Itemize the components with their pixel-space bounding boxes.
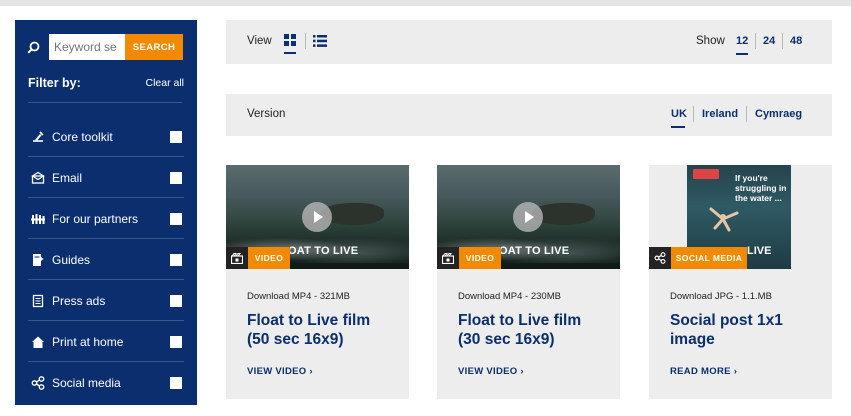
card-title-line: (30 sec 16x9) — [458, 331, 555, 348]
divider — [693, 106, 694, 122]
read-more-link[interactable]: READ MORE › — [670, 366, 737, 377]
card-title[interactable]: Float to Live film (50 sec 16x9) — [247, 311, 407, 349]
search-button[interactable]: SEARCH — [125, 34, 183, 60]
version-option-cymraeg[interactable]: Cymraeg — [755, 108, 802, 120]
filter-checkbox[interactable] — [170, 212, 182, 225]
show-option-48[interactable]: 48 — [790, 35, 802, 47]
filter-label: Press ads — [52, 293, 106, 308]
filter-item-social-media[interactable]: Social media — [15, 362, 197, 403]
version-label: Version — [247, 108, 286, 120]
search-icon — [27, 34, 49, 60]
type-badge: VIDEO — [459, 247, 501, 269]
view-video-link[interactable]: VIEW VIDEO › — [458, 366, 524, 377]
video-type-icon — [226, 247, 248, 269]
active-underline — [736, 53, 748, 55]
filter-checkbox[interactable] — [170, 335, 182, 348]
video-type-icon — [437, 247, 459, 269]
download-info[interactable]: Download JPG - 1.1.MB — [670, 291, 772, 302]
list-icon — [313, 34, 327, 51]
filter-checkbox[interactable] — [170, 130, 182, 143]
search-bar: SEARCH — [27, 34, 195, 60]
filter-label: Core toolkit — [52, 129, 113, 144]
divider — [28, 102, 182, 103]
filter-item-guides[interactable]: Guides — [15, 239, 197, 280]
filter-title: Filter by: — [28, 76, 81, 90]
asset-card: OAT TO LIVE VIDEO Download MP4 - 230MB F… — [437, 165, 620, 399]
house-icon — [30, 334, 46, 350]
show-option-12[interactable]: 12 — [736, 35, 748, 47]
active-underline — [671, 126, 685, 128]
filter-item-partners[interactable]: For our partners — [15, 198, 197, 239]
video-thumbnail[interactable]: OAT TO LIVE VIDEO — [437, 165, 620, 269]
filter-item-core-toolkit[interactable]: Core toolkit — [15, 116, 197, 157]
download-info[interactable]: Download MP4 - 230MB — [458, 291, 561, 302]
card-title-line: Social post 1x1 — [670, 312, 783, 329]
filter-item-print-at-home[interactable]: Print at home — [15, 321, 197, 362]
divider — [746, 106, 747, 122]
download-info[interactable]: Download MP4 - 321MB — [247, 291, 350, 302]
thumbnail-caption: OAT TO LIVE — [499, 245, 570, 257]
card-title[interactable]: Float to Live film (30 sec 16x9) — [458, 311, 618, 349]
type-badge: VIDEO — [248, 247, 290, 269]
filter-label: Print at home — [52, 334, 124, 349]
divider — [305, 33, 306, 49]
filter-header: Filter by: Clear all — [28, 76, 184, 90]
filter-label: Social media — [52, 375, 121, 390]
clear-all-link[interactable]: Clear all — [145, 77, 184, 89]
filter-checkbox[interactable] — [170, 376, 182, 389]
top-strip — [0, 0, 851, 6]
active-underline — [284, 52, 296, 54]
type-badge: SOCIAL MEDIA — [671, 247, 747, 269]
swimmer-icon — [709, 207, 739, 232]
divider — [782, 33, 783, 49]
email-icon — [30, 170, 46, 186]
video-thumbnail[interactable]: OAT TO LIVE VIDEO — [226, 165, 409, 269]
view-video-link[interactable]: VIEW VIDEO › — [247, 366, 313, 377]
view-label: View — [247, 35, 272, 47]
version-option-uk[interactable]: UK — [671, 108, 687, 120]
partners-icon — [30, 211, 46, 227]
thumbnail-caption: OAT TO LIVE — [288, 245, 359, 257]
card-title-line: Float to Live film — [247, 312, 371, 329]
divider — [755, 33, 756, 49]
search-input[interactable] — [49, 34, 125, 60]
card-title[interactable]: Social post 1x1 image — [670, 311, 830, 349]
play-icon[interactable] — [513, 202, 543, 232]
show-option-24[interactable]: 24 — [763, 35, 775, 47]
card-title-line: Float to Live film — [458, 312, 582, 329]
filter-item-email[interactable]: Email — [15, 157, 197, 198]
filter-sidebar: SEARCH Filter by: Clear all Core toolkit… — [15, 20, 197, 405]
asset-card: OAT TO LIVE VIDEO Download MP4 - 321MB F… — [226, 165, 409, 399]
asset-card: If you're struggling in the water ... LI… — [649, 165, 832, 399]
guide-icon — [30, 252, 46, 268]
card-title-line: (50 sec 16x9) — [247, 331, 344, 348]
filter-label: Email — [52, 170, 83, 185]
filter-checkbox[interactable] — [170, 253, 182, 266]
list-view-button[interactable] — [313, 34, 327, 48]
version-toolbar: Version UK Ireland Cymraeg — [226, 94, 832, 136]
card-title-line: image — [670, 331, 715, 348]
filter-checkbox[interactable] — [170, 294, 182, 307]
grid-view-button[interactable] — [284, 34, 298, 54]
image-thumbnail[interactable]: If you're struggling in the water ... LI… — [649, 165, 832, 269]
share-icon — [30, 375, 46, 391]
filter-label: Guides — [52, 252, 91, 267]
filter-checkbox[interactable] — [170, 171, 182, 184]
filter-label: For our partners — [52, 211, 139, 226]
version-option-ireland[interactable]: Ireland — [702, 108, 738, 120]
filter-list: Core toolkit Email For our partners Guid… — [15, 116, 197, 403]
show-label: Show — [696, 35, 725, 47]
lifeboat-logo-icon — [693, 169, 719, 179]
social-type-icon — [649, 247, 671, 269]
view-toolbar: View Show 12 24 48 — [226, 20, 832, 64]
poster-headline: If you're struggling in the water ... — [735, 173, 787, 203]
thumbnail-caption: LIVE — [747, 245, 772, 257]
filter-item-press-ads[interactable]: Press ads — [15, 280, 197, 321]
toolkit-icon — [30, 129, 46, 145]
newspaper-icon — [30, 293, 46, 309]
play-icon[interactable] — [302, 202, 332, 232]
